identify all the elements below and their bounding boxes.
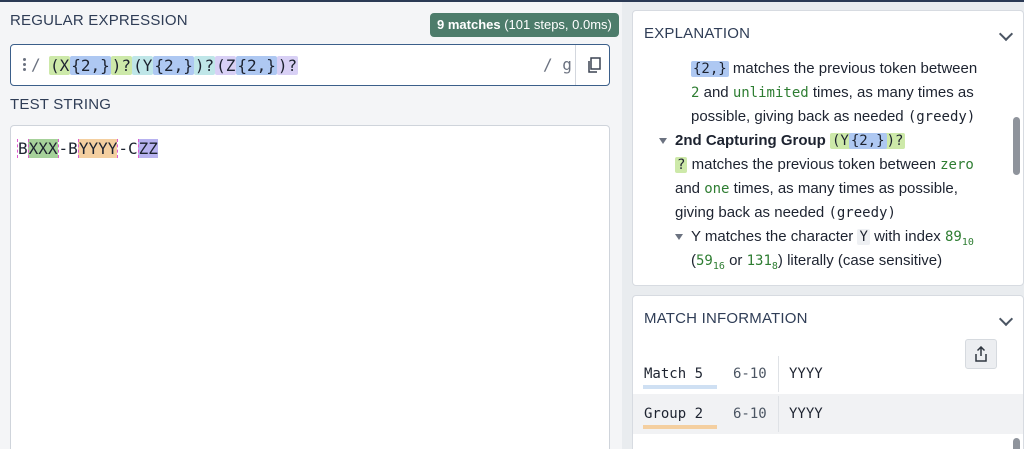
match-steps: (101 steps, 0.0ms) [504,17,612,32]
group-label: Group 2 [644,406,704,422]
regex-token-group2-open: (Y [132,56,154,75]
group-chip: (Y {2,})? [830,133,906,149]
test-char: -B [57,139,78,158]
match-count-badge: 9 matches (101 steps, 0.0ms) [430,13,619,37]
group2-heading[interactable]: 2nd Capturing Group (Y {2,})? [659,129,906,153]
token-chip: {2,} [691,61,729,77]
test-string-section-title: TEST STRING [10,96,112,113]
explanation-line: and one times, as many times as possible… [675,180,958,197]
copy-button[interactable] [575,45,611,85]
explanation-title[interactable]: EXPLANATION [644,25,750,42]
token-chip: ? [675,157,688,173]
copy-icon [587,57,601,73]
match-highlight-group1: XXX [27,139,58,158]
regex-token-group2-close: )? [193,56,216,75]
match-info-title[interactable]: MATCH INFORMATION [644,310,808,327]
regex-section-title: REGULAR EXPRESSION [10,12,188,29]
match-value: YYYY [789,366,823,382]
chevron-down-icon[interactable] [998,311,1014,327]
regex-token-quantifier: {2,} [70,56,111,75]
group-range: 6-10 [733,406,767,422]
test-char: -C [117,139,138,158]
explanation-line: ? matches the previous token between zer… [675,156,974,173]
explanation-line: {2,} matches the previous token between [691,60,978,77]
column-divider [778,396,779,432]
regex-token-group1-open: (X [49,56,71,75]
explanation-line: (5916 or 1318) literally (case sensitive… [691,252,943,272]
regex-delimiter-open: / [31,55,41,74]
match-info-scrollbar[interactable] [1013,438,1020,449]
chevron-down-icon[interactable] [998,26,1014,42]
sidebar-panel: EXPLANATION {2,} matches the previous to… [622,2,1024,449]
match-information-card: MATCH INFORMATION Match 5 6-10 YYYY Grou… [632,295,1024,449]
match-label: Match 5 [644,366,704,382]
match-highlight-group3: ZZ [137,139,158,158]
match-range: 6-10 [733,366,767,382]
match-color-indicator [643,385,717,389]
explanation-line: 2 and unlimited times, as many times as [691,84,974,101]
match-count: 9 matches [437,17,501,32]
group-value: YYYY [789,406,823,422]
expand-triangle-icon[interactable] [659,138,667,145]
editor-panel: REGULAR EXPRESSION 9 matches (101 steps,… [0,2,622,449]
expand-triangle-icon[interactable] [675,234,683,241]
explanation-line: giving back as needed (greedy) [675,204,896,221]
regex-token-group1-close: )? [110,56,133,75]
explanation-line: possible, giving back as needed (greedy) [691,108,976,125]
match-highlight-group2: YYYY [77,139,118,158]
group-row[interactable]: Group 2 6-10 YYYY [633,394,1023,434]
explanation-body: {2,} matches the previous token between … [633,57,1009,285]
regex-token-quantifier: {2,} [236,56,277,75]
column-divider [778,356,779,392]
match-row[interactable]: Match 5 6-10 YYYY [633,354,1023,394]
regex-token-group3-close: )? [276,56,299,75]
test-char: B [17,139,28,158]
drag-handle-icon[interactable] [23,58,27,74]
regex-input[interactable]: / (X {2,})? (Y {2,})? (Z {2,})? / g [10,44,610,86]
group-color-indicator [643,425,717,429]
regex-token-quantifier: {2,} [153,56,194,75]
test-string-text[interactable]: BXXX-BYYYY-CZZ [17,138,158,160]
explanation-scrollbar[interactable] [1013,117,1020,175]
regex-pattern[interactable]: (X {2,})? (Y {2,})? (Z {2,})? [49,55,299,77]
regex-token-group3-open: (Z [215,56,237,75]
test-string-input[interactable]: BXXX-BYYYY-CZZ [10,125,610,449]
regex-flags[interactable]: / g [543,55,572,74]
explanation-card: EXPLANATION {2,} matches the previous to… [632,10,1024,286]
